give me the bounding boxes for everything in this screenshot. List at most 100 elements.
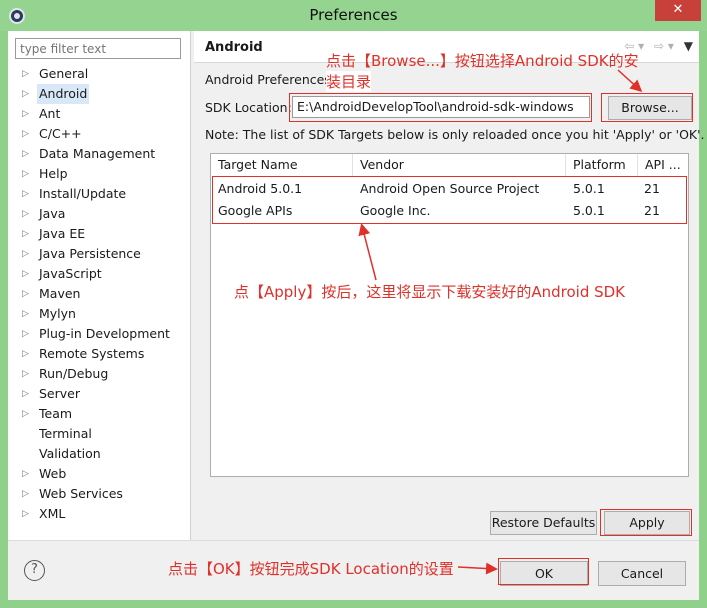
browse-button[interactable]: Browse... bbox=[608, 96, 692, 120]
tree-item-server[interactable]: ▷ Server bbox=[8, 384, 191, 404]
column-header-vendor[interactable]: Vendor bbox=[353, 154, 566, 176]
tree-item-label: Data Management bbox=[39, 146, 156, 161]
tree-item-label: Plug-in Development bbox=[39, 326, 170, 341]
tree-item-data-management[interactable]: ▷ Data Management bbox=[8, 144, 191, 164]
sdk-targets-note: Note: The list of SDK Targets below is o… bbox=[205, 127, 705, 142]
tree-item-label: Maven bbox=[39, 286, 81, 301]
tree-item-label: Ant bbox=[39, 106, 61, 121]
cancel-button[interactable]: Cancel bbox=[598, 561, 686, 586]
expand-arrow-icon[interactable]: ▷ bbox=[22, 224, 32, 244]
tree-item-label: Install/Update bbox=[39, 186, 127, 201]
tree-item-label: Java Persistence bbox=[39, 246, 141, 261]
expand-arrow-icon[interactable]: ▷ bbox=[22, 204, 32, 224]
android-preferences-label: Android Preferences bbox=[205, 72, 331, 87]
column-header-platform[interactable]: Platform bbox=[566, 154, 638, 176]
expand-arrow-icon[interactable]: ▷ bbox=[22, 144, 32, 164]
tree-item-validation[interactable]: Validation bbox=[8, 444, 191, 464]
expand-arrow-icon[interactable]: ▷ bbox=[22, 404, 32, 424]
tree-item-label: Help bbox=[39, 166, 68, 181]
tree-item-java-ee[interactable]: ▷ Java EE bbox=[8, 224, 191, 244]
tree-item-team[interactable]: ▷ Team bbox=[8, 404, 191, 424]
tree-item-label: General bbox=[39, 66, 89, 81]
tree-item-label: Android bbox=[37, 84, 90, 104]
tree-item-web-services[interactable]: ▷ Web Services bbox=[8, 484, 191, 504]
tree-item-label: Java bbox=[39, 206, 66, 221]
tree-item-plug-in-development[interactable]: ▷ Plug-in Development bbox=[8, 324, 191, 344]
table-cell-api: 21 bbox=[644, 203, 660, 218]
tree-item-remote-systems[interactable]: ▷ Remote Systems bbox=[8, 344, 191, 364]
table-cell-target-name: Android 5.0.1 bbox=[218, 181, 303, 196]
tree-item-label: Mylyn bbox=[39, 306, 76, 321]
expand-arrow-icon[interactable]: ▷ bbox=[22, 484, 32, 504]
apply-button[interactable]: Apply bbox=[604, 511, 690, 535]
tree-item-mylyn[interactable]: ▷ Mylyn bbox=[8, 304, 191, 324]
tree-item-run-debug[interactable]: ▷ Run/Debug bbox=[8, 364, 191, 384]
expand-arrow-icon[interactable]: ▷ bbox=[22, 304, 32, 324]
column-header-target-name[interactable]: Target Name bbox=[211, 154, 353, 176]
close-button[interactable]: ✕ bbox=[655, 0, 701, 21]
expand-arrow-icon[interactable]: ▷ bbox=[22, 124, 32, 144]
expand-arrow-icon[interactable]: ▷ bbox=[22, 184, 32, 204]
tree-item-label: Java EE bbox=[39, 226, 86, 241]
tree-item-java[interactable]: ▷ Java bbox=[8, 204, 191, 224]
tree-item-xml[interactable]: ▷ XML bbox=[8, 504, 191, 524]
expand-arrow-icon[interactable]: ▷ bbox=[22, 344, 32, 364]
tree-item-label: C/C++ bbox=[39, 126, 82, 141]
expand-arrow-icon[interactable]: ▷ bbox=[22, 324, 32, 344]
tree-item-general[interactable]: ▷ General bbox=[8, 64, 191, 84]
table-cell-platform: 5.0.1 bbox=[573, 181, 605, 196]
tree-item-label: Server bbox=[39, 386, 80, 401]
sdk-targets-table: Target Name Vendor Platform API ... Andr… bbox=[210, 153, 689, 477]
ok-annotation: 点击【OK】按钮完成SDK Location的设置 bbox=[168, 560, 454, 578]
expand-arrow-icon[interactable]: ▷ bbox=[22, 264, 32, 284]
table-cell-platform: 5.0.1 bbox=[573, 203, 605, 218]
tree-item-java-persistence[interactable]: ▷ Java Persistence bbox=[8, 244, 191, 264]
view-menu-icon[interactable]: ▼ bbox=[684, 39, 693, 53]
tree-item-label: Web Services bbox=[39, 486, 123, 501]
apply-annotation: 点【Apply】按后，这里将显示下载安装好的Android SDK bbox=[234, 283, 626, 301]
tree-item-install-update[interactable]: ▷ Install/Update bbox=[8, 184, 191, 204]
tree-item-label: Remote Systems bbox=[39, 346, 145, 361]
column-header-api[interactable]: API ... bbox=[638, 154, 688, 176]
expand-arrow-icon[interactable]: ▷ bbox=[22, 464, 32, 484]
tree-item-label: Team bbox=[39, 406, 73, 421]
tree-item-terminal[interactable]: Terminal bbox=[8, 424, 191, 444]
title-bar[interactable]: Preferences ✕ bbox=[0, 0, 707, 31]
table-cell-vendor: Google Inc. bbox=[360, 203, 431, 218]
expand-arrow-icon[interactable]: ▷ bbox=[22, 164, 32, 184]
tree-item-help[interactable]: ▷ Help bbox=[8, 164, 191, 184]
expand-arrow-icon[interactable]: ▷ bbox=[22, 104, 32, 124]
browse-annotation-line1: 点击【Browse...】按钮选择Android SDK的安 bbox=[326, 52, 639, 70]
expand-arrow-icon[interactable]: ▷ bbox=[22, 364, 32, 384]
tree-item-label: Terminal bbox=[39, 426, 92, 441]
filter-input[interactable] bbox=[15, 38, 181, 59]
sdk-location-label: SDK Location: bbox=[205, 100, 292, 115]
expand-arrow-icon[interactable]: ▷ bbox=[22, 84, 32, 104]
expand-arrow-icon[interactable]: ▷ bbox=[22, 284, 32, 304]
forward-arrow-icon[interactable]: ⇨ ▾ bbox=[654, 39, 674, 53]
tree-item-label: Web bbox=[39, 466, 67, 481]
browse-annotation-line2: 装目录 bbox=[326, 71, 372, 92]
tree-item-c-c-[interactable]: ▷ C/C++ bbox=[8, 124, 191, 144]
tree-item-label: Validation bbox=[39, 446, 101, 461]
preferences-window: Preferences ✕ ▷General▷Android▷Ant▷C/C++… bbox=[0, 0, 707, 608]
tree-item-javascript[interactable]: ▷ JavaScript bbox=[8, 264, 191, 284]
page-title: Android bbox=[205, 40, 263, 55]
expand-arrow-icon[interactable]: ▷ bbox=[22, 244, 32, 264]
preference-tree-panel: ▷General▷Android▷Ant▷C/C++▷Data Manageme… bbox=[8, 31, 191, 540]
tree-item-android[interactable]: ▷ Android bbox=[8, 84, 191, 104]
help-icon[interactable]: ? bbox=[24, 560, 45, 581]
tree-item-ant[interactable]: ▷ Ant bbox=[8, 104, 191, 124]
expand-arrow-icon[interactable]: ▷ bbox=[22, 504, 32, 524]
expand-arrow-icon[interactable]: ▷ bbox=[22, 384, 32, 404]
tree-item-label: Run/Debug bbox=[39, 366, 109, 381]
ok-button[interactable]: OK bbox=[500, 561, 588, 586]
table-cell-vendor: Android Open Source Project bbox=[360, 181, 540, 196]
table-cell-target-name: Google APIs bbox=[218, 203, 293, 218]
tree-item-maven[interactable]: ▷ Maven bbox=[8, 284, 191, 304]
expand-arrow-icon[interactable]: ▷ bbox=[22, 64, 32, 84]
restore-defaults-button[interactable]: Restore Defaults bbox=[490, 511, 597, 535]
tree-item-label: XML bbox=[39, 506, 66, 521]
sdk-location-input[interactable]: E:\AndroidDevelopTool\android-sdk-window… bbox=[292, 96, 590, 118]
tree-item-web[interactable]: ▷ Web bbox=[8, 464, 191, 484]
